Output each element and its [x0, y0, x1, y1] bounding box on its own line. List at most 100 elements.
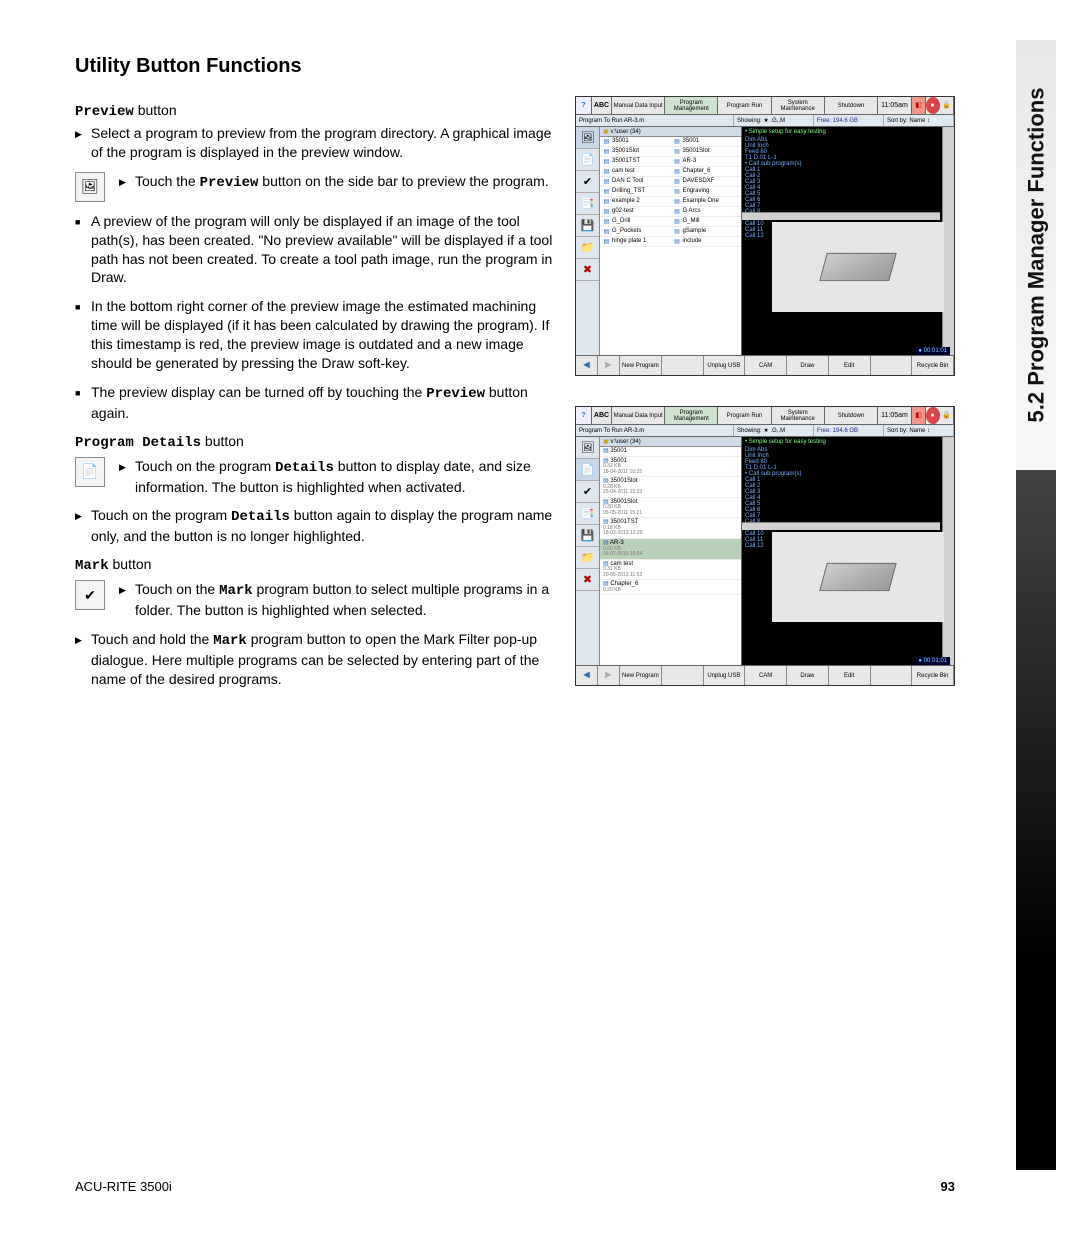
details-subheading: Program Details button [75, 433, 555, 451]
list-item[interactable]: ▤G_Pockets [600, 227, 671, 237]
sb-details-icon[interactable]: 📄 [576, 149, 599, 171]
sb-copy-icon[interactable]: 📑 [576, 503, 599, 525]
sb-copy-icon[interactable]: 📑 [576, 193, 599, 215]
sk-edit[interactable]: Edit [829, 356, 871, 375]
sk-new-program[interactable]: New Program [620, 666, 662, 685]
abc-button[interactable]: ABC [592, 97, 612, 114]
tab-shutdown[interactable]: Shutdown [825, 407, 878, 424]
list-item[interactable]: ▤35001 [600, 137, 671, 147]
sb-save-icon[interactable]: 💾 [576, 215, 599, 237]
list-item[interactable]: ▤ 350010.32 KB18-04-2011 10:25 [600, 457, 741, 478]
sk-edit[interactable]: Edit [829, 666, 871, 685]
scrollbar-x[interactable] [742, 212, 940, 220]
sk-cam[interactable]: CAM [745, 356, 787, 375]
sk-unplug-usb[interactable]: Unplug USB [704, 356, 746, 375]
list-item[interactable]: ▤Example One [671, 197, 742, 207]
sk-recycle-bin[interactable]: Recycle Bin [912, 666, 954, 685]
ss1-file-list[interactable]: ▣ v:\user (34) ▤35001▤35001▤35001Slot▤35… [600, 127, 742, 357]
list-item[interactable]: ▤ AR-30.60 KB16-07-2013 10:54 [600, 539, 741, 560]
preview-p5: The preview display can be turned off by… [75, 383, 555, 423]
tab-mdi[interactable]: Manual Data Input [612, 407, 665, 424]
list-item[interactable]: ▤gSample [671, 227, 742, 237]
list-item[interactable]: ▤AR-3 [671, 157, 742, 167]
sb-folder-icon[interactable]: 📁 [576, 237, 599, 259]
list-item[interactable]: ▤G Arcs [671, 207, 742, 217]
sb-details-icon[interactable]: 📄 [576, 459, 599, 481]
section-tab-label: 5.2 Program Manager Functions [1023, 88, 1049, 423]
ss2-file-list[interactable]: ▣ v:\user (34) ▤ 35001▤ 350010.32 KB18-0… [600, 437, 742, 667]
sb-mark-icon[interactable]: ✔ [576, 171, 599, 193]
tab-sys-maint[interactable]: System Maintenance [772, 97, 825, 114]
nav-back-icon[interactable]: ◄ [576, 356, 598, 375]
free-space: Free: 194.6 GB [814, 425, 884, 436]
scrollbar-x[interactable] [742, 522, 940, 530]
list-item[interactable]: ▤ 35001Slot0.28 KB25-04-2011 15:33 [600, 477, 741, 498]
sb-mark-icon[interactable]: ✔ [576, 481, 599, 503]
sb-delete-icon[interactable]: ✖ [576, 259, 599, 281]
nav-back-icon[interactable]: ◄ [576, 666, 598, 685]
list-item[interactable]: ▤Engraving [671, 187, 742, 197]
list-item[interactable]: ▤example 2 [600, 197, 671, 207]
sk-blank-1[interactable] [662, 356, 704, 375]
sb-preview-icon[interactable]: 🖼 [576, 127, 599, 149]
sk-unplug-usb[interactable]: Unplug USB [704, 666, 746, 685]
sb-preview-icon[interactable]: 🖼 [576, 437, 599, 459]
list-item[interactable]: ▤35001 [671, 137, 742, 147]
sk-blank-2[interactable] [871, 356, 913, 375]
list-item[interactable]: ▤include [671, 237, 742, 247]
nav-fwd-icon[interactable]: ► [598, 356, 620, 375]
list-item[interactable]: ▤cam test [600, 167, 671, 177]
sk-recycle-bin[interactable]: Recycle Bin [912, 356, 954, 375]
preview-p1: Select a program to preview from the pro… [75, 124, 555, 162]
sk-blank-2[interactable] [871, 666, 913, 685]
list-item[interactable]: ▤g02-test [600, 207, 671, 217]
sk-new-program[interactable]: New Program [620, 356, 662, 375]
list-item[interactable]: ▤35001Slot [600, 147, 671, 157]
footer-product: ACU-RITE 3500i [75, 1179, 172, 1194]
preview-p3: A preview of the program will only be di… [75, 212, 555, 288]
list-item[interactable]: ▤G_Drill [600, 217, 671, 227]
sort-by[interactable]: Sort by: Name ↕ [884, 425, 954, 436]
tab-program-mgmt[interactable]: Program Management [665, 407, 718, 424]
list-item[interactable]: ▤ 35001Slot0.30 KB05-05-2011 15:21 [600, 498, 741, 519]
list-item[interactable]: ▤ cam test0.31 KB20-05-2013 11:53 [600, 560, 741, 581]
folder-header[interactable]: ▣ v:\user (34) [600, 437, 741, 447]
tab-program-mgmt[interactable]: Program Management [665, 97, 718, 114]
list-item[interactable]: ▤Chapter_6 [671, 167, 742, 177]
nav-fwd-icon[interactable]: ► [598, 666, 620, 685]
list-item[interactable]: ▤G_Mill [671, 217, 742, 227]
folder-header[interactable]: ▣ v:\user (34) [600, 127, 741, 137]
sk-draw[interactable]: Draw [787, 356, 829, 375]
showing-filter[interactable]: Showing: ★ .G,.M [734, 425, 814, 436]
showing-filter[interactable]: Showing: ★ .G,.M [734, 115, 814, 126]
list-item[interactable]: ▤ Chapter_60.20 KB [600, 580, 741, 595]
help-icon[interactable]: ? [576, 97, 592, 114]
sk-draw[interactable]: Draw [787, 666, 829, 685]
tab-shutdown[interactable]: Shutdown [825, 97, 878, 114]
tab-sys-maint[interactable]: System Maintenance [772, 407, 825, 424]
list-item[interactable]: ▤35001TST [600, 157, 671, 167]
tab-mdi[interactable]: Manual Data Input [612, 97, 665, 114]
ss1-softkeys: ◄ ► New Program Unplug USB CAM Draw Edit… [576, 355, 954, 375]
help-icon[interactable]: ? [576, 407, 592, 424]
sk-blank-1[interactable] [662, 666, 704, 685]
footer-page-number: 93 [941, 1179, 955, 1194]
list-item[interactable]: ▤DAVESDXF [671, 177, 742, 187]
list-item[interactable]: ▤ 35001TST0.18 KB18-03-2013 12:29 [600, 518, 741, 539]
preview-icon-row: 🖼 Touch the Preview button on the side b… [75, 172, 555, 202]
sb-folder-icon[interactable]: 📁 [576, 547, 599, 569]
screenshot-column: ? ABC Manual Data Input Program Manageme… [575, 96, 955, 716]
list-item[interactable]: ▤ 35001 [600, 447, 741, 457]
mark-subheading: Mark button [75, 556, 555, 574]
list-item[interactable]: ▤hinge plate 1 [600, 237, 671, 247]
abc-button[interactable]: ABC [592, 407, 612, 424]
sk-cam[interactable]: CAM [745, 666, 787, 685]
tab-program-run[interactable]: Program Run [718, 97, 771, 114]
sb-delete-icon[interactable]: ✖ [576, 569, 599, 591]
tab-program-run[interactable]: Program Run [718, 407, 771, 424]
list-item[interactable]: ▤DAN C Tool [600, 177, 671, 187]
list-item[interactable]: ▤Drilling_TST [600, 187, 671, 197]
sort-by[interactable]: Sort by: Name ↕ [884, 115, 954, 126]
list-item[interactable]: ▤35001Slot [671, 147, 742, 157]
sb-save-icon[interactable]: 💾 [576, 525, 599, 547]
